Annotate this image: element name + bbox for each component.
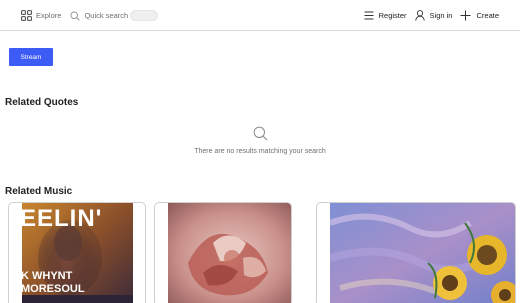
album-art	[330, 203, 515, 303]
music-card[interactable]	[154, 202, 292, 303]
user-icon	[414, 10, 425, 21]
explore-link[interactable]: Explore	[21, 10, 61, 21]
album-art	[168, 203, 291, 303]
explore-label: Explore	[36, 11, 62, 20]
related-quotes-heading: Related Quotes	[5, 97, 79, 108]
album-art: EELIN' K WHYNT MORESOUL	[22, 203, 133, 303]
plus-icon	[460, 10, 471, 21]
related-music-heading: Related Music	[5, 186, 73, 197]
sign-in-label: Sign in	[429, 11, 453, 20]
search-icon	[253, 126, 267, 141]
album-art-artist-line-1: K WHYNT	[22, 270, 73, 282]
album-art-artist-line-2: MORESOUL	[22, 283, 85, 295]
sign-in-link[interactable]: Sign in	[414, 10, 453, 21]
search-icon	[70, 10, 81, 21]
empty-state-message: There are no results matching your searc…	[194, 148, 326, 155]
create-link[interactable]: Create	[460, 10, 499, 21]
create-label: Create	[476, 11, 499, 20]
register-label: Register	[378, 11, 407, 20]
music-card[interactable]	[316, 202, 516, 303]
album-art-title: EELIN'	[22, 205, 103, 232]
top-navigation-bar: Explore Quick search Register Sign in Cr…	[0, 0, 520, 31]
grid-icon	[21, 10, 32, 21]
quick-search[interactable]: Quick search	[70, 10, 159, 21]
quick-search-input[interactable]	[130, 10, 159, 21]
music-card[interactable]: EELIN' K WHYNT MORESOUL	[8, 202, 146, 303]
quick-search-label: Quick search	[84, 11, 129, 20]
menu-icon	[364, 11, 374, 20]
stream-button[interactable]: Stream	[9, 48, 53, 66]
nav-right-group: Register Sign in Create	[356, 8, 499, 23]
empty-state: There are no results matching your searc…	[190, 126, 330, 156]
register-link[interactable]: Register	[364, 11, 407, 20]
nav-left-group: Explore Quick search	[21, 8, 159, 23]
